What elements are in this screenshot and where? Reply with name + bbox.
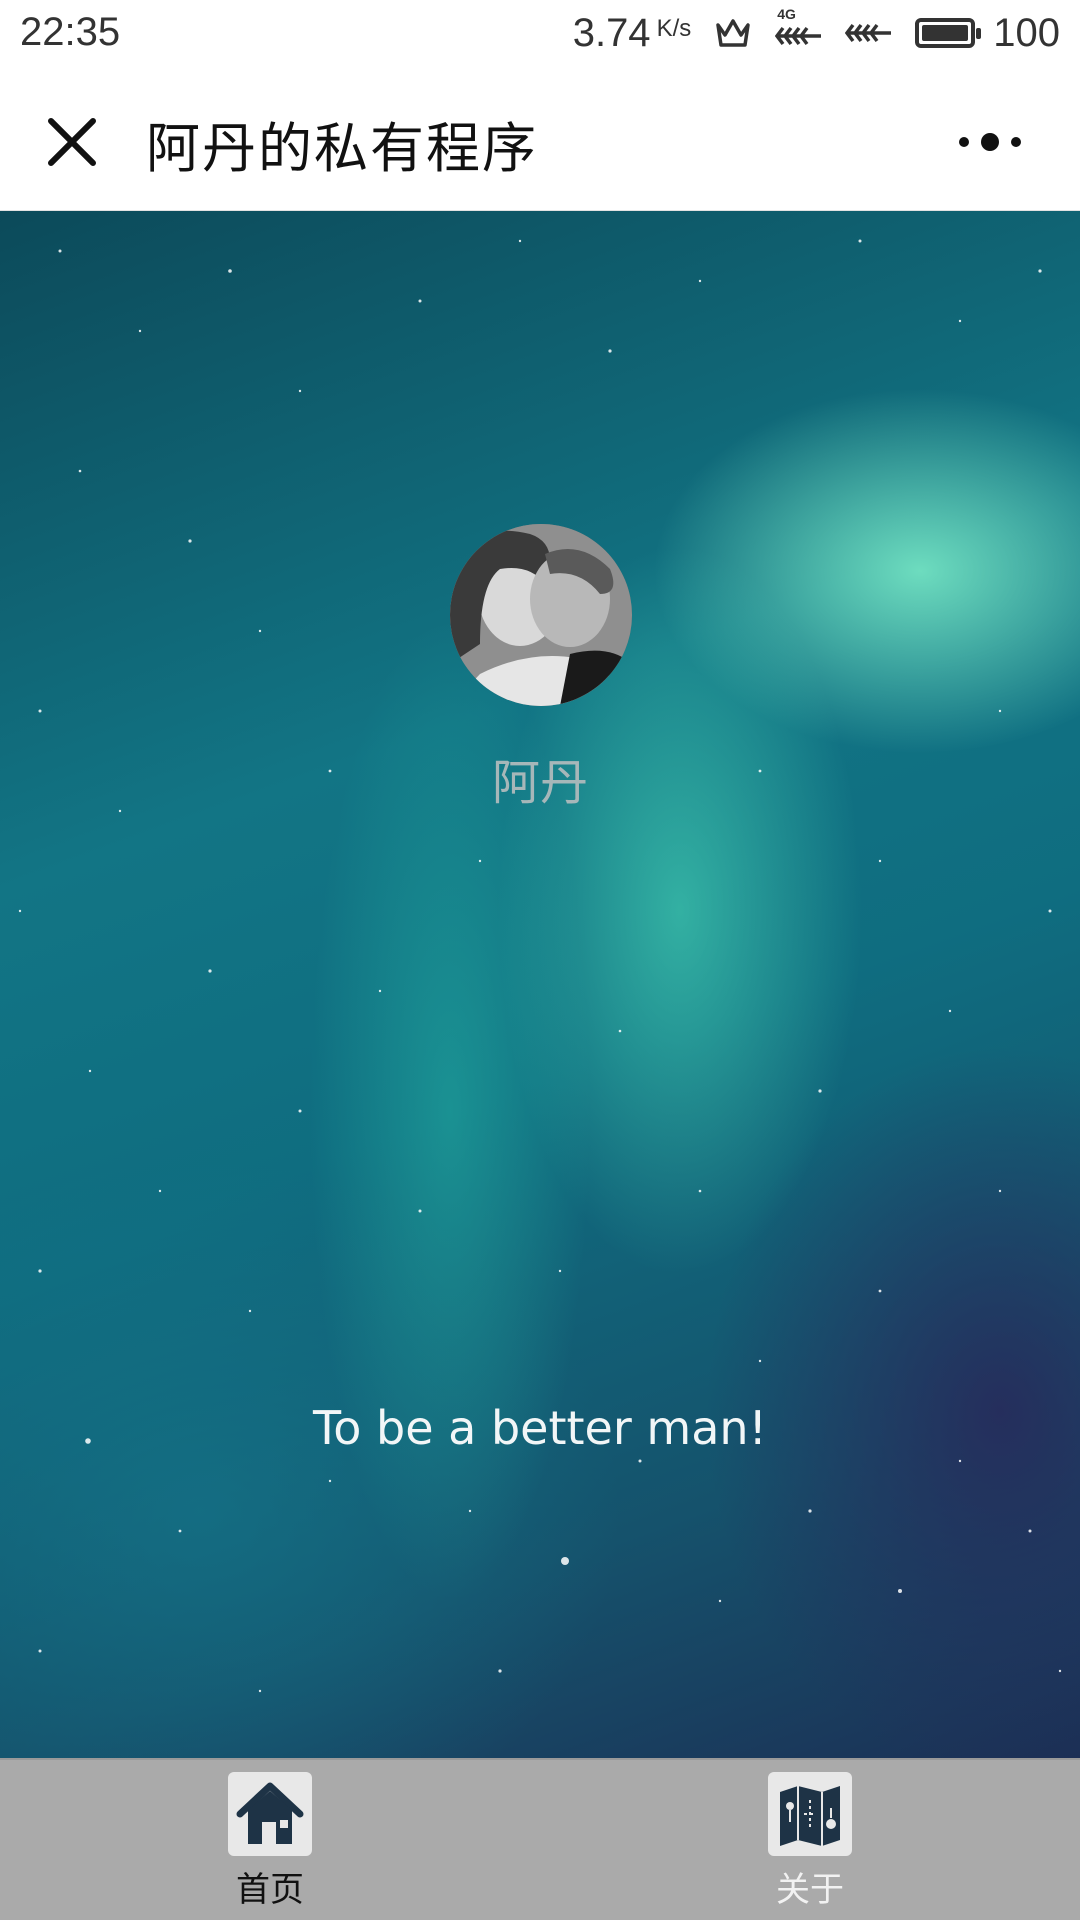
network-speed-value: 3.74 <box>572 10 651 55</box>
profile-name: 阿丹 <box>491 755 588 811</box>
status-bar: 22:35 3.74 K/s 4G 100 <box>0 0 1080 66</box>
aurora-background: 阿丹 To be a better man! <box>0 211 1080 1758</box>
starfield <box>18 239 1062 1693</box>
tab-home[interactable]: 首页 <box>170 1772 370 1912</box>
motto-text: To be a better man! <box>313 1401 767 1455</box>
map-icon <box>768 1772 852 1856</box>
signal-icon <box>845 18 893 48</box>
status-time: 22:35 <box>20 10 121 54</box>
tab-home-label: 首页 <box>236 1870 304 1910</box>
page-title: 阿丹的私有程序 <box>146 117 538 180</box>
tab-about-label: 关于 <box>776 1870 844 1910</box>
avatar-photo <box>450 524 632 706</box>
more-icon-center-dot <box>981 133 999 151</box>
network-type-label: 4G <box>777 6 796 22</box>
network-speed-unit: K/s <box>656 14 692 42</box>
more-icon-right-dot <box>1011 137 1021 147</box>
status-indicators: 3.74 K/s 4G 100 <box>573 6 1060 56</box>
tab-about[interactable]: 关于 <box>710 1772 910 1912</box>
avatar[interactable] <box>450 524 632 706</box>
more-options-button[interactable] <box>940 122 1040 162</box>
network-speed: 3.74 K/s <box>573 11 692 56</box>
signal-4g-icon: 4G <box>775 6 823 48</box>
battery-icon <box>915 18 982 48</box>
crown-icon <box>713 13 753 53</box>
close-button[interactable] <box>40 110 104 174</box>
home-icon <box>228 1772 312 1856</box>
more-icon <box>959 137 969 147</box>
tab-bar: 首页 关于 <box>0 1758 1080 1920</box>
battery-status: 100 <box>915 11 1060 56</box>
close-icon <box>48 118 96 166</box>
battery-level: 100 <box>993 10 1060 55</box>
app-screen: 22:35 3.74 K/s 4G 100 阿丹的私有程序 阿丹 To be a… <box>0 0 1080 1920</box>
navigation-bar: 阿丹的私有程序 <box>0 66 1080 211</box>
